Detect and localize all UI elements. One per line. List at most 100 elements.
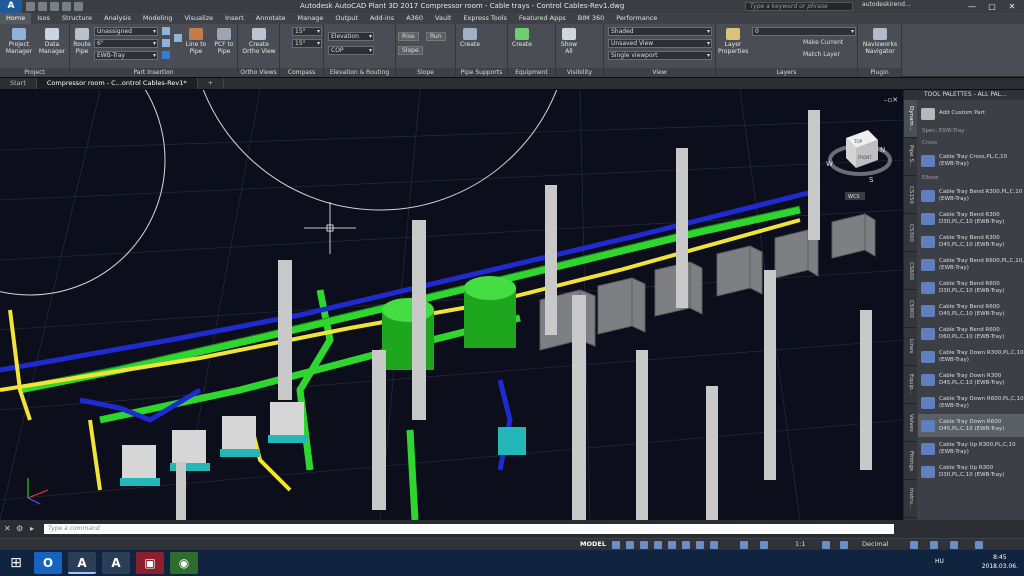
polar-icon[interactable] (654, 541, 662, 549)
tab-add-ins[interactable]: Add-ins (364, 13, 400, 24)
isolate-icon[interactable] (910, 541, 918, 549)
tab-a360[interactable]: A360 (400, 13, 429, 24)
new-tab-icon[interactable]: + (198, 78, 225, 89)
spec-dropdown[interactable]: Unassigned (94, 27, 158, 36)
rise-button[interactable]: Rise (398, 32, 419, 41)
minimize-icon[interactable]: — (962, 0, 982, 13)
search-input[interactable]: Type a keyword or phrase (745, 2, 853, 11)
layer-properties-button[interactable]: Layer Properties (718, 28, 748, 55)
customize-icon[interactable] (975, 541, 983, 549)
drawing-viewport[interactable]: TOP FRONT W S N WCS –▫✕ (0, 90, 903, 520)
clean-screen-icon[interactable] (950, 541, 958, 549)
palette-tab[interactable]: Valves (904, 404, 917, 442)
tab-output[interactable]: Output (329, 13, 364, 24)
save-disk-icon[interactable]: ▣ (136, 552, 164, 574)
palette-item[interactable]: Cable Tray Bend R600,PL,C,10, (EWB-Tray) (918, 253, 1024, 276)
redo-icon[interactable] (74, 2, 83, 11)
plus-icon[interactable] (840, 541, 848, 549)
gear-icon[interactable] (822, 541, 830, 549)
route-pipe-button[interactable]: Route Pipe (72, 28, 92, 55)
wrench-icon[interactable]: ⚙ (16, 524, 23, 533)
chrome-icon[interactable]: ◉ (170, 552, 198, 574)
transparency-icon[interactable] (710, 541, 718, 549)
tab-modeling[interactable]: Modeling (137, 13, 179, 24)
tab-structure[interactable]: Structure (56, 13, 98, 24)
tab-analysis[interactable]: Analysis (98, 13, 137, 24)
palette-tab[interactable]: Pipe S... (904, 138, 917, 176)
viewport-dropdown[interactable]: Single viewport (608, 51, 712, 60)
user-account[interactable]: autodeskirend... (862, 1, 911, 8)
palette-item[interactable]: Cable Tray Cross,PL,C,10 (EWB-Tray) (918, 149, 1024, 172)
palette-tab[interactable]: Lines (904, 328, 917, 366)
palette-tab[interactable]: CS900 (904, 290, 917, 328)
slope-field[interactable]: Slope (398, 46, 423, 55)
workspace-icon[interactable] (760, 541, 768, 549)
tab-insert[interactable]: Insert (219, 13, 250, 24)
close-icon[interactable]: ✕ (1002, 0, 1022, 13)
spec-sheet-dropdown[interactable]: EWB-Tray (94, 51, 158, 60)
otrack-icon[interactable] (682, 541, 690, 549)
palette-item[interactable]: Cable Tray Bend R600 D30,PL,C,10 (EWB-Tr… (918, 276, 1024, 299)
palette-tab[interactable]: Dynam... (904, 100, 917, 138)
run-button[interactable]: Run (426, 32, 446, 41)
hardware-icon[interactable] (930, 541, 938, 549)
tab-featured-apps[interactable]: Featured Apps (513, 13, 572, 24)
autocad-icon[interactable]: A (102, 552, 130, 574)
palette-item[interactable]: Cable Tray Bend R300,PL,C,10 (EWB-Tray) (918, 184, 1024, 207)
size-dropdown[interactable]: 6" (94, 39, 158, 48)
insert-tool-icon[interactable] (162, 27, 170, 35)
tab-drawing[interactable]: Compressor room - C...ontrol Cables-Rev1… (36, 78, 198, 89)
palette-tab[interactable]: Equip... (904, 366, 917, 404)
compass-angle-dropdown[interactable]: 15° (292, 27, 322, 36)
outlook-icon[interactable]: O (34, 552, 62, 574)
save-icon[interactable] (50, 2, 59, 11)
tab-vault[interactable]: Vault (429, 13, 457, 24)
insert-tool-icon[interactable] (162, 51, 170, 59)
match-layer-button[interactable]: Match Layer (800, 51, 843, 60)
palette-item[interactable]: Cable Tray Down R300 D45,PL,C,10 (EWB-Tr… (918, 368, 1024, 391)
palette-item[interactable]: Cable Tray Down R300,PL,C,10 (EWB-Tray) (918, 345, 1024, 368)
palette-item[interactable]: Cable Tray Up R300,PL,C,10 (EWB-Tray) (918, 437, 1024, 460)
visual-style-dropdown[interactable]: Shaded (608, 27, 712, 36)
add-custom-part-button[interactable]: Add Custom Part (918, 102, 1024, 125)
compass-angle-dropdown[interactable]: 15° (292, 39, 322, 48)
data-manager-button[interactable]: Data Manager (36, 28, 68, 55)
palette-item[interactable]: Cable Tray Bend R300 D30,PL,C,10 (EWB-Tr… (918, 207, 1024, 230)
tab-isos[interactable]: Isos (31, 13, 56, 24)
new-icon[interactable] (26, 2, 35, 11)
lineweight-icon[interactable] (696, 541, 704, 549)
language-indicator[interactable]: HU (935, 558, 944, 565)
palette-tab[interactable]: Fittings (904, 442, 917, 480)
palette-item[interactable]: Cable Tray Bend R300 D45,PL,C,10 (EWB-Tr… (918, 230, 1024, 253)
create-support-button[interactable]: Create (458, 28, 482, 48)
navisworks-navigator-button[interactable]: Navisworks Navigator (860, 28, 900, 55)
application-menu-button[interactable]: A (0, 0, 22, 13)
create-equipment-button[interactable]: Create (510, 28, 534, 48)
tab-annotate[interactable]: Annotate (250, 13, 292, 24)
annotation-scale[interactable]: 1:1 (795, 540, 805, 548)
tab-start[interactable]: Start (0, 78, 37, 89)
model-space-button[interactable]: MODEL (580, 540, 606, 548)
palette-tab[interactable]: CS150 (904, 176, 917, 214)
palette-tab[interactable]: CS600 (904, 252, 917, 290)
pcf-to-pipe-button[interactable]: PCF to Pipe (210, 28, 238, 55)
make-current-button[interactable]: Make Current (800, 39, 846, 48)
elevation-field[interactable]: Elevation (328, 32, 374, 41)
layer-dropdown[interactable]: 0 (752, 27, 856, 36)
insert-tool-icon[interactable] (162, 39, 170, 47)
palette-item[interactable]: Cable Tray Up R300 D30,PL,C,10 (EWB-Tray… (918, 460, 1024, 483)
command-input[interactable]: Type a command (44, 524, 894, 534)
snap-icon[interactable] (626, 541, 634, 549)
tab-visualize[interactable]: Visualize (178, 13, 219, 24)
create-ortho-view-button[interactable]: Create Ortho View (240, 28, 278, 55)
tab-bim-360[interactable]: BIM 360 (572, 13, 610, 24)
open-icon[interactable] (38, 2, 47, 11)
command-prompt-icon[interactable]: ▸ (30, 524, 34, 533)
palette-item-selected[interactable]: Cable Tray Down R600 D45,PL,C,10 (EWB-Tr… (918, 414, 1024, 437)
osnap-icon[interactable] (668, 541, 676, 549)
palette-item[interactable]: Cable Tray Down R600,PL,C,10 (EWB-Tray) (918, 391, 1024, 414)
maximize-icon[interactable]: ▢ (982, 0, 1002, 13)
insert-tool-icon[interactable] (174, 34, 182, 42)
system-clock[interactable]: 8:45 2018.03.06. (982, 553, 1018, 571)
line-to-pipe-button[interactable]: Line to Pipe (182, 28, 210, 55)
